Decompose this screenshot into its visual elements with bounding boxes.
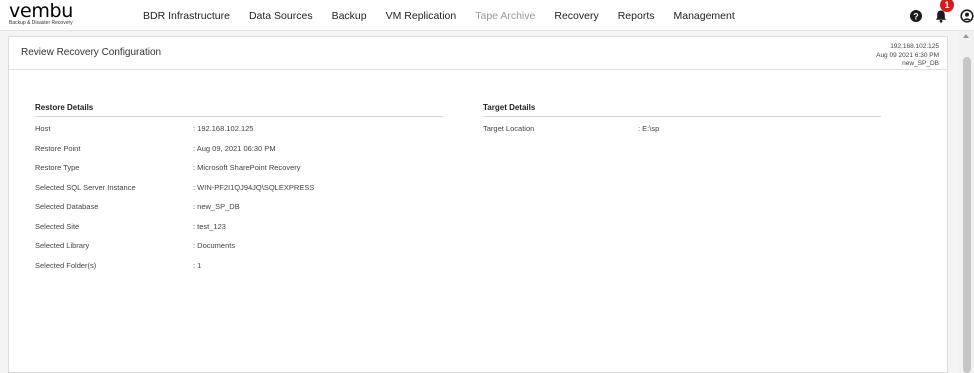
vembu-logo[interactable]: vembu Backup & Disaster Recovery [9, 2, 119, 29]
detail-row-sql-instance: Selected SQL Server Instance : WIN-PF2I1… [35, 183, 443, 203]
detail-value: : Aug 09, 2021 06:30 PM [193, 143, 276, 153]
detail-value: : 1 [193, 260, 202, 270]
target-details-title: Target Details [483, 103, 881, 117]
detail-label: Selected SQL Server Instance [35, 182, 136, 192]
detail-value: : 192.168.102.125 [193, 124, 254, 133]
nav-recovery[interactable]: Recovery [554, 10, 598, 22]
detail-label: Target Location [483, 124, 535, 133]
logo-tagline: Backup & Disaster Recovery [9, 20, 73, 26]
review-recovery-panel: Review Recovery Configuration 192.168.10… [8, 36, 948, 373]
user-account-icon[interactable] [960, 9, 974, 23]
detail-row-folders: Selected Folder(s) : 1 [35, 261, 443, 281]
nav-vm-replication[interactable]: VM Replication [386, 10, 457, 22]
scrollbar-thumb[interactable] [963, 57, 971, 373]
target-details-section: Target Details Target Location : E:\sp [483, 103, 881, 144]
notification-count-badge: 1 [940, 0, 954, 12]
detail-row-restore-type: Restore Type : Microsoft SharePoint Reco… [35, 163, 443, 183]
detail-label: Selected Site [35, 221, 80, 231]
detail-value: : E:\sp [638, 124, 660, 133]
detail-label: Host [35, 124, 51, 133]
detail-value: : WIN-PF2I1QJ94JQ\SQLEXPRESS [193, 182, 315, 192]
detail-row-database: Selected Database : new_SP_DB [35, 202, 443, 222]
detail-row-library: Selected Library : Documents [35, 241, 443, 261]
detail-label: Restore Point [35, 143, 81, 153]
detail-row-restore-point: Restore Point : Aug 09, 2021 06:30 PM [35, 144, 443, 164]
page-scrollbar[interactable] [959, 31, 974, 373]
restore-details-section: Restore Details Host : 192.168.102.125 R… [35, 103, 443, 280]
recovery-summary-info: 192.168.102.125 Aug 09 2021 6:30 PM new_… [876, 43, 939, 69]
nav-backup[interactable]: Backup [332, 10, 367, 22]
detail-row-host: Host : 192.168.102.125 [35, 124, 443, 144]
detail-row-site: Selected Site : test_123 [35, 222, 443, 242]
summary-date: Aug 09 2021 6:30 PM [876, 51, 939, 59]
nav-bdr-infrastructure[interactable]: BDR Infrastructure [143, 10, 230, 22]
detail-label: Restore Type [35, 163, 80, 172]
nav-management[interactable]: Management [673, 10, 734, 22]
restore-details-title: Restore Details [35, 103, 443, 117]
summary-host: 192.168.102.125 [890, 43, 939, 50]
main-nav: BDR Infrastructure Data Sources Backup V… [143, 0, 754, 31]
nav-data-sources[interactable]: Data Sources [249, 10, 313, 22]
panel-header: Review Recovery Configuration 192.168.10… [9, 37, 947, 70]
help-icon[interactable]: ? [909, 9, 923, 23]
detail-label: Selected Folder(s) [35, 260, 97, 270]
detail-label: Selected Library [35, 241, 90, 250]
summary-name: new_SP_DB [902, 60, 939, 67]
detail-label: Selected Database [35, 202, 99, 211]
page-title: Review Recovery Configuration [21, 47, 162, 58]
scroll-up-arrow-icon[interactable] [963, 34, 969, 38]
detail-value: : Microsoft SharePoint Recovery [193, 163, 301, 172]
header-actions: ? 1 [894, 0, 974, 31]
detail-value: : test_123 [193, 221, 226, 231]
detail-value: : Documents [193, 241, 236, 250]
svg-text:?: ? [913, 11, 919, 21]
nav-tape-archive[interactable]: Tape Archive [475, 10, 535, 22]
top-navigation-bar: vembu Backup & Disaster Recovery BDR Inf… [0, 0, 974, 31]
detail-value: : new_SP_DB [193, 202, 240, 211]
detail-row-target-location: Target Location : E:\sp [483, 124, 881, 144]
logo-wordmark: vembu [9, 0, 74, 22]
nav-reports[interactable]: Reports [618, 10, 655, 22]
